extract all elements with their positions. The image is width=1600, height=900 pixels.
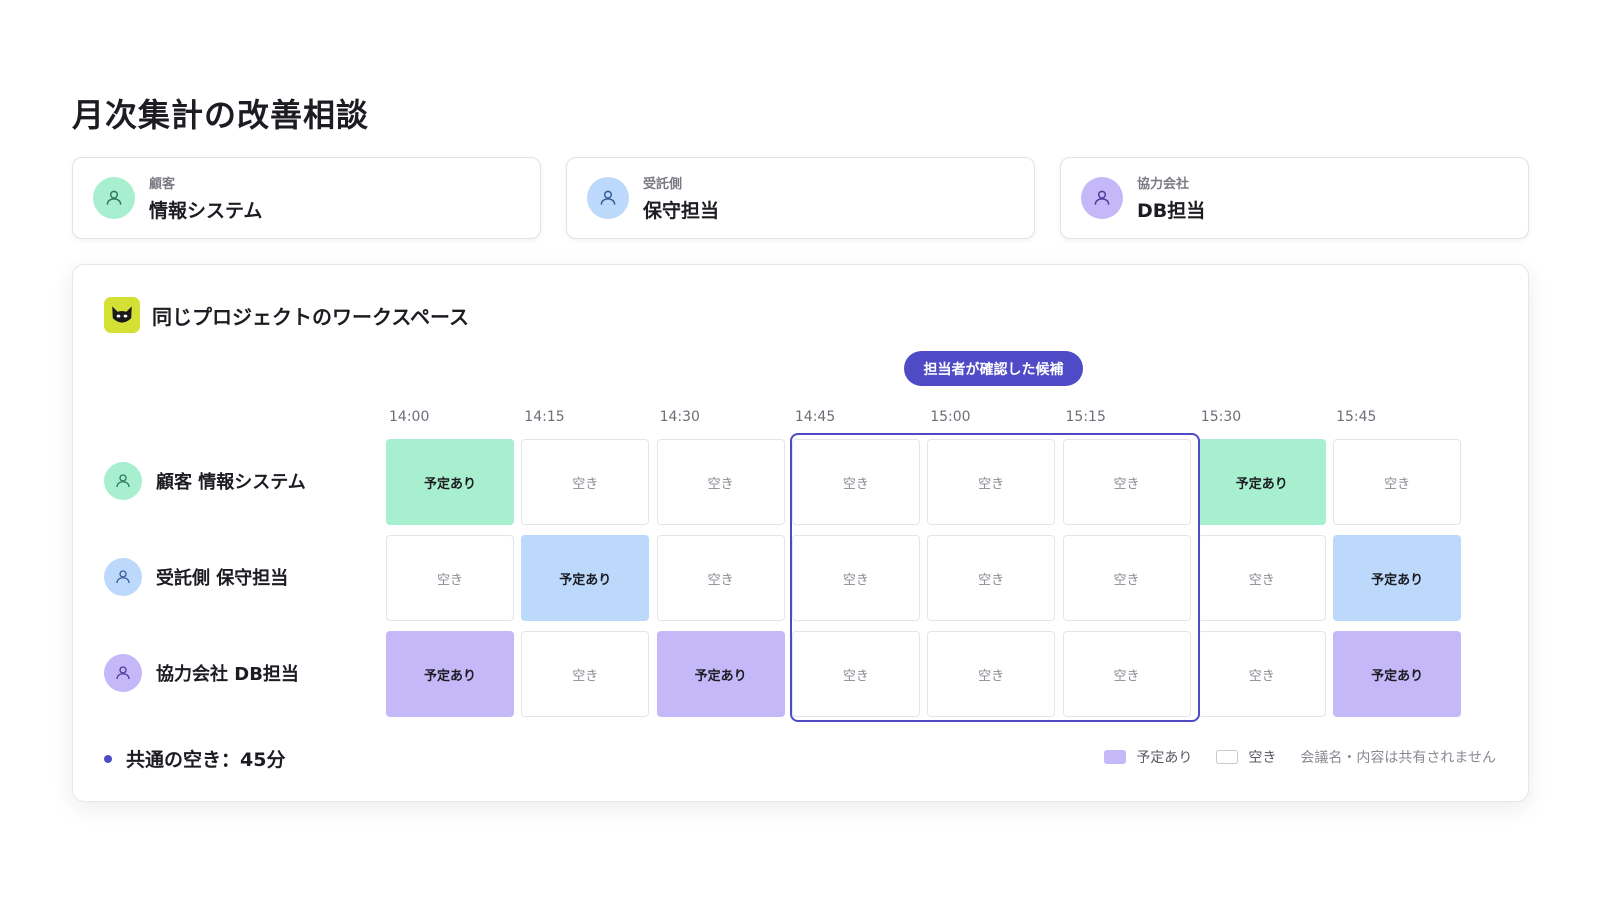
slot-free[interactable]: 空き [656,535,785,621]
participant-name: 情報システム [149,200,263,222]
slot-free[interactable]: 空き [1197,535,1326,621]
slot-free[interactable]: 空き [791,439,920,525]
legend-swatch-free [1216,750,1239,764]
slot-free[interactable]: 空き [1062,439,1191,525]
common-free-summary: 共通の空き：45分 [104,745,285,772]
participant-cards: 顧客 情報システム 受託側 保守担当 協力会社 DB担当 [72,157,1529,239]
workspace-header: 同じプロジェクトのワークスペース [104,297,469,333]
time-label: 15:15 [1065,409,1106,425]
row-label-contractor: 受託側 保守担当 [104,557,288,597]
slot-busy[interactable]: 予定あり [1197,439,1326,525]
time-label: 15:00 [930,409,971,425]
slot-free[interactable]: 空き [791,631,920,717]
slot-free[interactable]: 空き [386,535,514,621]
participant-card-partner[interactable]: 協力会社 DB担当 [1060,157,1529,239]
row-label-text: 顧客 情報システム [156,472,306,493]
participant-card-contractor[interactable]: 受託側 保守担当 [566,157,1035,239]
slot-free[interactable]: 空き [1062,631,1191,717]
time-label: 14:45 [794,409,836,425]
legend-item-busy: 予定あり [1104,747,1192,767]
participant-name: 保守担当 [643,200,720,222]
slot-busy[interactable]: 予定あり [1333,535,1462,621]
row-label-text: 協力会社 DB担当 [156,664,299,685]
slot-free[interactable]: 空き [521,439,650,525]
participant-role: 協力会社 [1137,177,1190,192]
person-icon [1081,177,1123,219]
workspace-panel: 同じプロジェクトのワークスペース 担当者が確認した候補 14:00 14:15 14… [72,264,1529,802]
participant-name: DB担当 [1137,200,1206,222]
workspace-title: 同じプロジェクトのワークスペース [152,304,469,329]
bullet-dot-icon [104,754,112,763]
slot-free[interactable]: 空き [927,631,1056,717]
person-icon [104,654,142,692]
person-icon [587,177,629,219]
legend-item-free: 空き [1216,747,1276,767]
slot-free[interactable]: 空き [656,439,785,525]
time-label: 14:00 [389,409,430,425]
legend-free-label: 空き [1248,750,1277,766]
slot-busy[interactable]: 予定あり [386,439,514,525]
privacy-note: 会議名・内容は共有されません [1300,750,1496,766]
legend-swatch-busy [1104,750,1127,764]
slot-free[interactable]: 空き [1062,535,1191,621]
slot-free[interactable]: 空き [1333,439,1462,525]
common-free-text: 共通の空き：45分 [126,749,286,771]
row-label-customer: 顧客 情報システム [104,461,306,501]
slot-busy[interactable]: 予定あり [521,535,650,621]
candidate-badge[interactable]: 担当者が確認した候補 [904,351,1083,386]
participant-card-customer[interactable]: 顧客 情報システム [72,157,541,239]
time-label: 14:30 [659,409,700,425]
person-icon [93,177,135,219]
time-label: 15:45 [1336,409,1377,425]
page-title: 月次集計の改善相談 [72,96,370,134]
time-label: 14:15 [524,409,565,425]
slot-free[interactable]: 空き [791,535,920,621]
cat-face-icon [104,297,140,333]
slot-free[interactable]: 空き [927,535,1056,621]
slot-free[interactable]: 空き [521,631,650,717]
slot-busy[interactable]: 予定あり [386,631,514,717]
slot-free[interactable]: 空き [927,439,1056,525]
row-label-text: 受託側 保守担当 [156,568,289,589]
person-icon [104,558,142,596]
slot-busy[interactable]: 予定あり [656,631,785,717]
person-icon [104,462,142,500]
row-label-partner: 協力会社 DB担当 [104,653,299,693]
slot-free[interactable]: 空き [1197,631,1326,717]
time-label: 15:30 [1200,409,1242,425]
participant-role: 顧客 [149,177,176,192]
slot-busy[interactable]: 予定あり [1333,631,1462,717]
legend: 予定あり 空き 会議名・内容は共有されません [1104,747,1496,767]
participant-role: 受託側 [643,177,683,192]
legend-busy-label: 予定あり [1136,750,1193,766]
